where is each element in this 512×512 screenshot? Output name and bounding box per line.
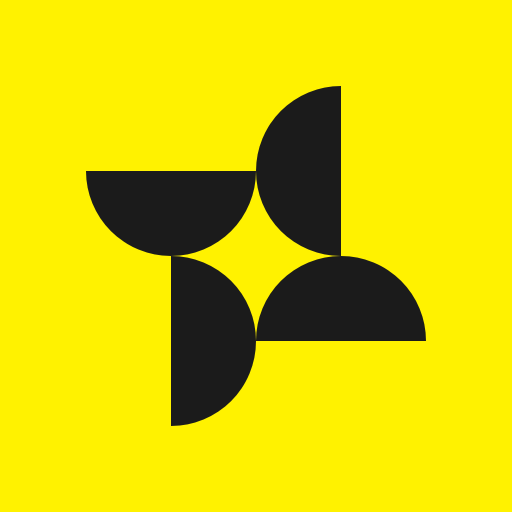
half-disc-bottom-right <box>256 256 426 341</box>
half-disc-bottom-left <box>171 256 256 426</box>
half-disc-top-left <box>86 171 256 256</box>
half-disc-top-right <box>256 86 341 256</box>
app-icon-canvas <box>0 0 512 512</box>
pinwheel-logo-icon <box>86 86 426 426</box>
